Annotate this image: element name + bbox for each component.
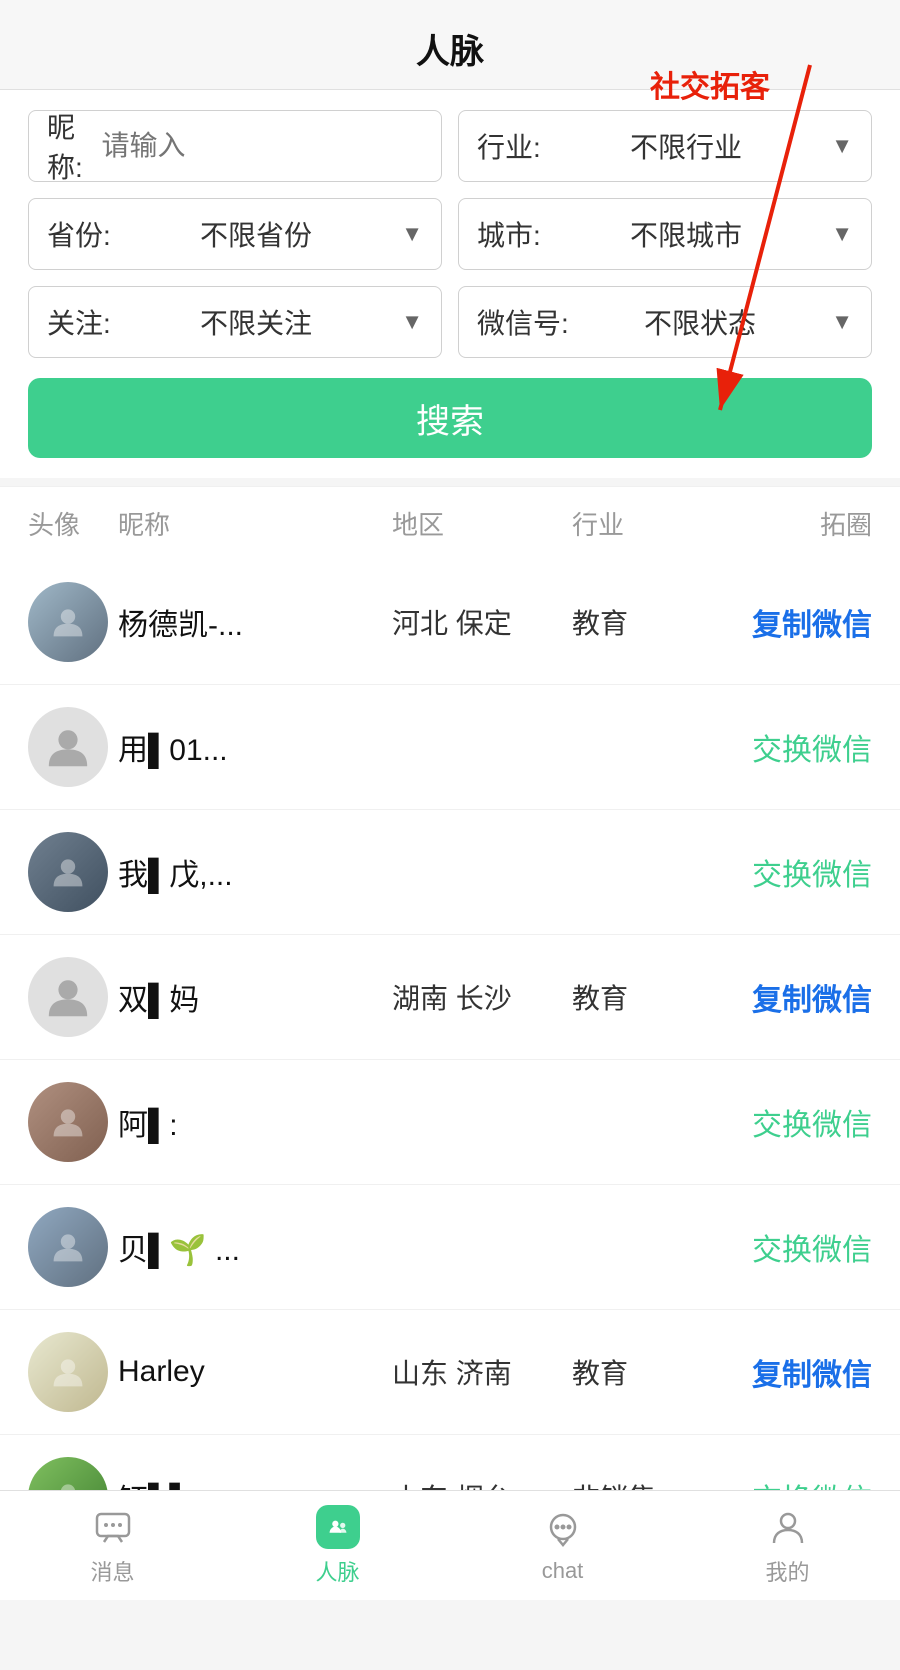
follow-label: 关注: (47, 302, 111, 342)
col-header-avatar: 头像 (28, 505, 118, 542)
user-industry: 教育 (572, 602, 702, 642)
province-value: 不限省份 (200, 214, 312, 254)
table-row: 我▌戊,... 交换微信 (0, 810, 900, 935)
col-header-industry: 行业 (572, 505, 702, 542)
user-action-button[interactable]: 交换微信 (702, 725, 872, 769)
nickname-label: 昵称: (47, 106, 102, 186)
user-industry: 教育 (572, 1352, 702, 1392)
filter-section: 昵称: 行业: 不限行业 ▼ 省份: 不限省份 ▼ 城市: 不限城市 ▼ (0, 90, 900, 478)
nav-label-contacts: 人脉 (315, 1555, 359, 1587)
mine-icon (766, 1505, 810, 1549)
nav-item-chat[interactable]: chat (450, 1508, 675, 1584)
user-action-button[interactable]: 复制微信 (702, 975, 872, 1019)
col-header-action: 拓圈 (702, 505, 872, 542)
follow-dropdown-arrow: ▼ (401, 309, 423, 335)
nav-item-messages[interactable]: 消息 (0, 1505, 225, 1587)
avatar (28, 957, 108, 1037)
city-value: 不限城市 (630, 214, 742, 254)
user-industry: 教育 (572, 977, 702, 1017)
industry-value: 不限行业 (630, 126, 742, 166)
table-row: 贝▌🌱 ... 交换微信 (0, 1185, 900, 1310)
province-label: 省份: (47, 214, 111, 254)
province-filter[interactable]: 省份: 不限省份 ▼ (28, 198, 442, 270)
city-filter[interactable]: 城市: 不限城市 ▼ (458, 198, 872, 270)
follow-value: 不限关注 (200, 302, 312, 342)
industry-label: 行业: (477, 126, 541, 166)
city-label: 城市: (477, 214, 541, 254)
table-row: Harley 山东 济南 教育 复制微信 (0, 1310, 900, 1435)
nav-item-mine[interactable]: 我的 (675, 1505, 900, 1587)
filter-row-2: 省份: 不限省份 ▼ 城市: 不限城市 ▼ (28, 198, 872, 270)
filter-row-1: 昵称: 行业: 不限行业 ▼ (28, 110, 872, 182)
search-button[interactable]: 搜索 (28, 378, 872, 458)
social-annotation: 社交拓客 (650, 62, 770, 106)
avatar (28, 1207, 108, 1287)
user-action-button[interactable]: 复制微信 (702, 600, 872, 644)
table-header: 头像 昵称 地区 行业 拓圈 (0, 486, 900, 560)
bottom-nav: 消息 人脉 (0, 1490, 900, 1600)
col-header-name: 昵称 (118, 505, 392, 542)
table-row: 杨德凯-... 河北 保定 教育 复制微信 (0, 560, 900, 685)
user-list: 杨德凯-... 河北 保定 教育 复制微信 用▌01... 交换微信 我▌戊,.… (0, 560, 900, 1560)
nav-label-messages: 消息 (90, 1555, 134, 1587)
avatar (28, 1332, 108, 1412)
avatar (28, 832, 108, 912)
user-name: 双▌妈 (108, 975, 392, 1019)
col-header-region: 地区 (392, 505, 572, 542)
user-action-button[interactable]: 交换微信 (702, 1225, 872, 1269)
user-action-button[interactable]: 交换微信 (702, 850, 872, 894)
user-region: 山东 济南 (392, 1352, 572, 1392)
user-name: 杨德凯-... (108, 600, 392, 644)
table-row: 阿▌: 交换微信 (0, 1060, 900, 1185)
user-name: 用▌01... (108, 725, 392, 769)
industry-dropdown-arrow: ▼ (831, 133, 853, 159)
user-name: Harley (108, 1355, 392, 1389)
wechat-label: 微信号: (477, 302, 569, 342)
chat-icon (541, 1508, 585, 1552)
avatar (28, 1082, 108, 1162)
wechat-dropdown-arrow: ▼ (831, 309, 853, 335)
avatar (28, 707, 108, 787)
user-action-button[interactable]: 交换微信 (702, 1100, 872, 1144)
user-region: 湖南 长沙 (392, 977, 572, 1017)
follow-filter[interactable]: 关注: 不限关注 ▼ (28, 286, 442, 358)
messages-icon (91, 1505, 135, 1549)
nav-item-contacts[interactable]: 人脉 (225, 1505, 450, 1587)
filter-row-3: 关注: 不限关注 ▼ 微信号: 不限状态 ▼ (28, 286, 872, 358)
wechat-filter[interactable]: 微信号: 不限状态 ▼ (458, 286, 872, 358)
province-dropdown-arrow: ▼ (401, 221, 423, 247)
nickname-input[interactable] (102, 130, 423, 162)
city-dropdown-arrow: ▼ (831, 221, 853, 247)
industry-filter[interactable]: 行业: 不限行业 ▼ (458, 110, 872, 182)
user-name: 阿▌: (108, 1100, 392, 1144)
contacts-icon (316, 1505, 360, 1549)
nav-label-chat: chat (542, 1558, 584, 1584)
wechat-value: 不限状态 (644, 302, 756, 342)
nickname-filter[interactable]: 昵称: (28, 110, 442, 182)
user-name: 我▌戊,... (108, 850, 392, 894)
user-region: 河北 保定 (392, 602, 572, 642)
nav-label-mine: 我的 (765, 1555, 809, 1587)
table-row: 双▌妈 湖南 长沙 教育 复制微信 (0, 935, 900, 1060)
user-action-button[interactable]: 复制微信 (702, 1350, 872, 1394)
user-name: 贝▌🌱 ... (108, 1225, 392, 1269)
avatar (28, 582, 108, 662)
table-row: 用▌01... 交换微信 (0, 685, 900, 810)
